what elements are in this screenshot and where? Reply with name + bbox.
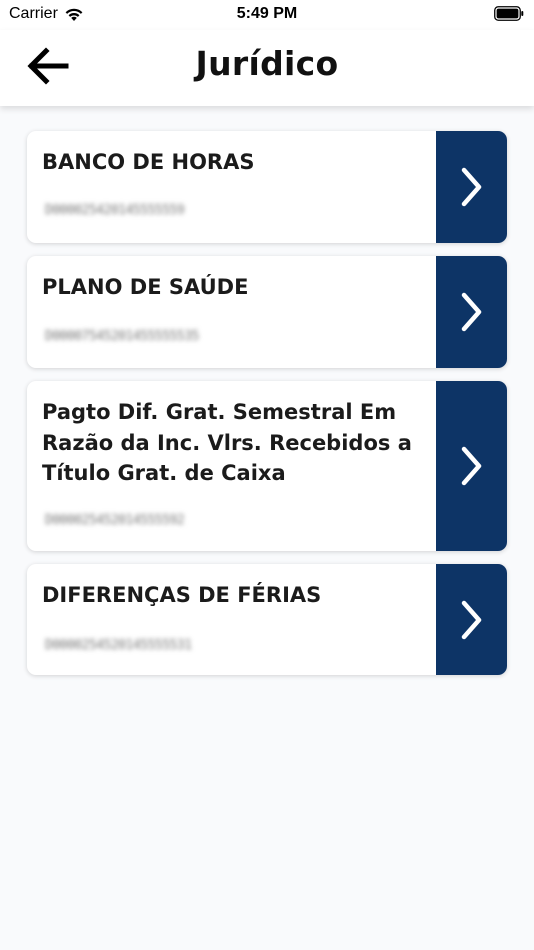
card-title: Pagto Dif. Grat. Semestral Em Razão da I…	[42, 400, 412, 485]
card-body: Pagto Dif. Grat. Semestral Em Razão da I…	[42, 397, 422, 489]
card-body: DIFERENÇAS DE FÉRIAS	[42, 580, 422, 610]
battery-icon	[494, 6, 524, 21]
chevron-right-icon	[461, 600, 481, 639]
card-code: D0000254520145555531	[45, 638, 192, 653]
open-item-button[interactable]	[436, 256, 507, 368]
chevron-right-icon	[461, 167, 481, 207]
open-item-button[interactable]	[436, 381, 507, 551]
list-item-banco-de-horas[interactable]: BANCO DE HORAS D000025420145555559	[27, 131, 507, 243]
card-title: BANCO DE HORAS	[42, 150, 255, 174]
open-item-button[interactable]	[436, 131, 507, 243]
chevron-right-icon	[461, 292, 481, 332]
status-bar: Carrier 5:49 PM	[0, 0, 534, 30]
app-header: Jurídico	[0, 30, 534, 106]
status-right	[494, 6, 524, 21]
page-title: Jurídico	[195, 44, 339, 83]
card-body: BANCO DE HORAS	[42, 147, 422, 177]
card-body: PLANO DE SAÚDE	[42, 272, 422, 302]
card-title: PLANO DE SAÚDE	[42, 275, 249, 299]
list-item-diferencas-de-ferias[interactable]: DIFERENÇAS DE FÉRIAS D000025452014555553…	[27, 564, 507, 675]
card-title: DIFERENÇAS DE FÉRIAS	[42, 583, 322, 607]
chevron-right-icon	[461, 446, 481, 486]
list-item-plano-de-saude[interactable]: PLANO DE SAÚDE D00007545201455555535	[27, 256, 507, 368]
status-time: 5:49 PM	[236, 5, 298, 22]
open-item-button[interactable]	[436, 564, 507, 675]
card-code: D00007545201455555535	[45, 329, 199, 344]
card-code: D000025420145555559	[45, 203, 185, 218]
list-item-pagto-dif-grat[interactable]: Pagto Dif. Grat. Semestral Em Razão da I…	[27, 381, 507, 551]
card-code: D000025452014555592	[45, 513, 185, 528]
